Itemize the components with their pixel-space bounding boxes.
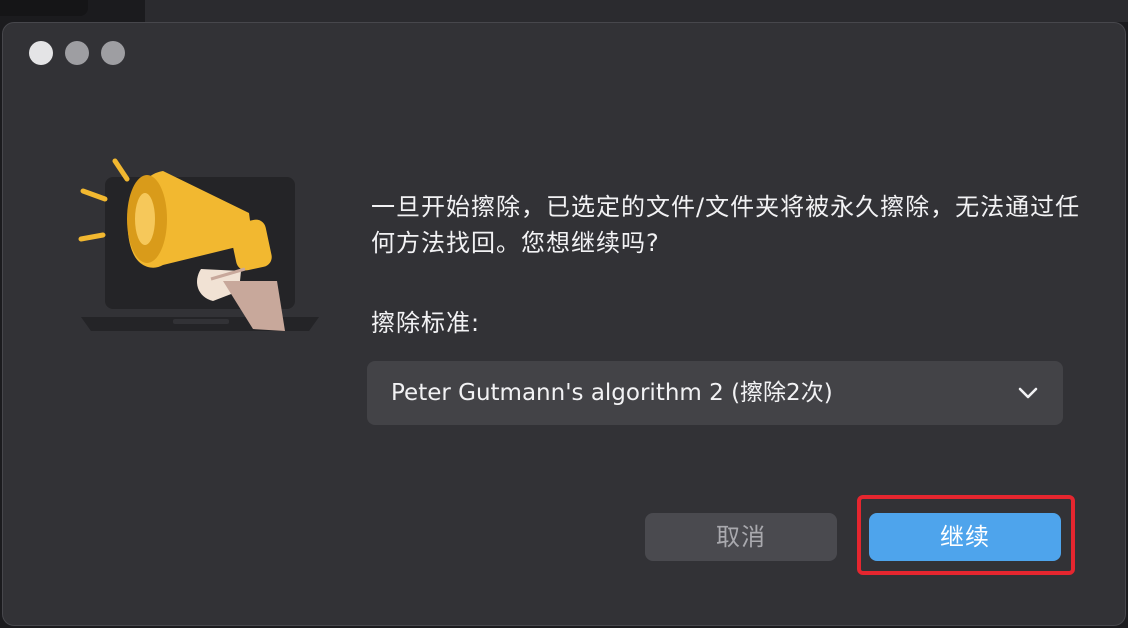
spark-shape-3 bbox=[78, 232, 106, 242]
window-maximize-button[interactable] bbox=[101, 41, 125, 65]
cancel-button[interactable]: 取消 bbox=[645, 513, 837, 561]
erase-standard-value: Peter Gutmann's algorithm 2 (擦除2次) bbox=[391, 380, 833, 406]
chevron-down-icon bbox=[1018, 387, 1038, 399]
continue-button[interactable]: 继续 bbox=[869, 513, 1061, 561]
erase-standard-select[interactable]: Peter Gutmann's algorithm 2 (擦除2次) bbox=[367, 361, 1063, 425]
background-window-left bbox=[0, 0, 88, 16]
megaphone-laptop-illustration bbox=[78, 158, 319, 331]
laptop-notch-shape bbox=[173, 319, 229, 324]
window-close-button[interactable] bbox=[29, 41, 53, 65]
spark-shape-1 bbox=[112, 158, 130, 182]
megaphone-inner-shape bbox=[135, 193, 155, 245]
background-window-top bbox=[145, 0, 1128, 22]
erase-warning-message: 一旦开始擦除，已选定的文件/文件夹将被永久擦除，无法通过任何方法找回。您想继续吗… bbox=[371, 193, 1081, 257]
erase-confirm-dialog: 一旦开始擦除，已选定的文件/文件夹将被永久擦除，无法通过任何方法找回。您想继续吗… bbox=[2, 22, 1126, 626]
erase-standard-label: 擦除标准: bbox=[371, 309, 481, 337]
spark-shape-2 bbox=[80, 188, 108, 202]
window-minimize-button[interactable] bbox=[65, 41, 89, 65]
